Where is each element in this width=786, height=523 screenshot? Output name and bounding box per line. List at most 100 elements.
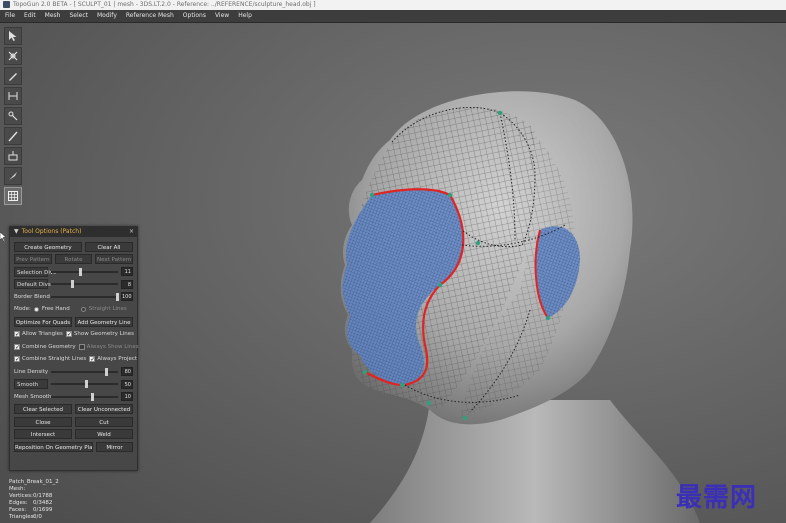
border-blend-slider[interactable] xyxy=(51,292,119,301)
checkbox-checked[interactable]: ✓ xyxy=(14,331,20,338)
info-row: Triangles:0/0 xyxy=(9,514,59,521)
checkbox-label: Combine Geometry xyxy=(22,343,76,350)
slider-knob[interactable] xyxy=(79,267,83,276)
checkbox-label: Show Geometry Lines xyxy=(73,331,134,337)
always-show-lines-checkbox[interactable]: Always Show Lines xyxy=(78,343,139,350)
tool-extrude[interactable] xyxy=(4,147,22,165)
checkbox-unchecked[interactable] xyxy=(78,343,85,350)
slider-knob[interactable] xyxy=(115,292,119,301)
next-pattern-button[interactable]: Next Pattern xyxy=(95,254,134,264)
window-title-bar: TopoGun 2.0 BETA - [ SCULPT_01 | mesh - … xyxy=(0,0,786,10)
checkbox-label: Allow Triangles xyxy=(22,331,63,337)
info-row: Vertices:0/1788 xyxy=(9,493,59,500)
selection-divs-label: Selection Divs xyxy=(14,266,56,277)
border-blend-value[interactable]: 100 xyxy=(121,292,133,301)
line-density-value[interactable]: 80 xyxy=(121,367,133,376)
slider-knob[interactable] xyxy=(84,380,88,388)
smooth-slider[interactable] xyxy=(51,380,118,388)
reposition-on-geometry-plane-button[interactable]: Reposition On Geometry Plane xyxy=(14,441,93,452)
show-geometry-lines-checkbox[interactable]: ✓ Show Geometry Lines xyxy=(65,331,134,338)
extrude-tool-icon xyxy=(8,151,18,161)
checkbox-checked[interactable]: ✓ xyxy=(14,356,20,363)
optimize-for-quads-button[interactable]: Optimize For Quads xyxy=(14,316,72,327)
slider-knob[interactable] xyxy=(104,367,108,376)
info-key: Patch_Break_01_2 xyxy=(9,479,59,485)
edit-tool-icon xyxy=(8,51,18,61)
collapse-arrow-icon[interactable]: ▼ xyxy=(14,228,19,235)
combine-straight-lines-checkbox[interactable]: ✓ Combine Straight Lines xyxy=(14,356,87,363)
watermark-logo: 最需网 xyxy=(676,483,758,513)
info-key: Mesh: xyxy=(9,486,26,492)
border-blend-label: Border Blend xyxy=(14,293,50,300)
smooth-value[interactable]: 50 xyxy=(121,379,133,389)
add-geometry-line-button[interactable]: Add Geometry Line xyxy=(75,316,133,327)
info-row: Edges: 0/3482 xyxy=(9,500,59,507)
tool-knife[interactable] xyxy=(4,167,22,185)
prev-pattern-button[interactable]: Prev Pattern xyxy=(14,254,52,264)
clear-selected-button[interactable]: Clear Selected xyxy=(14,404,72,414)
close-button[interactable]: Close xyxy=(14,416,72,427)
menu-mesh[interactable]: Mesh xyxy=(40,10,65,22)
selection-divs-slider[interactable] xyxy=(51,267,118,276)
intersect-button[interactable]: Intersect xyxy=(14,429,72,439)
selection-divs-value[interactable]: 11 xyxy=(121,267,133,276)
line-density-label: Line Density xyxy=(14,368,49,375)
mesh-info-readout: Patch_Break_01_2 Mesh: Vertices:0/1788 E… xyxy=(9,479,59,521)
tool-edit[interactable] xyxy=(4,47,22,65)
default-divs-value[interactable]: 8 xyxy=(121,279,133,289)
knife-tool-icon xyxy=(9,172,17,180)
always-project-checkbox[interactable]: ✓ Always Project xyxy=(89,356,137,363)
slider-knob[interactable] xyxy=(91,392,95,401)
menu-reference-mesh[interactable]: Reference Mesh xyxy=(121,10,178,22)
weld-button[interactable]: Weld xyxy=(75,429,133,439)
info-value: 0/1699 xyxy=(33,507,53,513)
info-value: 0/0 xyxy=(33,514,42,520)
create-tool-icon xyxy=(9,73,17,81)
smooth-label: Smooth xyxy=(14,379,48,389)
create-geometry-button[interactable]: Create Geometry xyxy=(14,241,82,252)
mode-label: Mode: xyxy=(14,306,31,312)
checkbox-label: Combine Straight Lines xyxy=(22,356,87,362)
checkbox-checked[interactable]: ✓ xyxy=(14,343,20,350)
menu-select[interactable]: Select xyxy=(64,10,92,22)
checkbox-label: Always Show Lines xyxy=(86,343,139,350)
close-icon[interactable]: × xyxy=(129,227,134,237)
clear-all-button[interactable]: Clear All xyxy=(84,241,133,252)
cut-button[interactable]: Cut xyxy=(75,416,133,427)
select-tool-icon xyxy=(9,31,17,41)
checkbox-checked[interactable]: ✓ xyxy=(89,356,95,363)
info-key: Vertices: xyxy=(9,493,33,499)
mesh-smooth-slider[interactable] xyxy=(51,392,118,401)
mode-straight-lines-radio[interactable] xyxy=(80,306,86,312)
menu-view[interactable]: View xyxy=(210,10,233,22)
tool-patch[interactable] xyxy=(4,187,22,205)
info-key: Triangles: xyxy=(9,514,36,520)
rotate-button[interactable]: Rotate xyxy=(54,254,93,264)
combine-geometry-checkbox[interactable]: ✓ Combine Geometry xyxy=(14,343,76,350)
menu-modify[interactable]: Modify xyxy=(92,10,121,22)
clear-unconnected-button[interactable]: Clear Unconnected xyxy=(75,404,133,414)
slider-knob[interactable] xyxy=(71,280,75,288)
allow-triangles-checkbox[interactable]: ✓ Allow Triangles xyxy=(14,331,63,338)
tool-options-panel: ▼ Tool Options (Patch) × Create Geometry … xyxy=(9,226,139,471)
tool-bridge[interactable] xyxy=(4,87,22,105)
menu-file[interactable]: File xyxy=(0,10,19,22)
tool-brush[interactable] xyxy=(4,107,22,125)
mesh-smooth-label: Mesh Smooth xyxy=(14,393,52,400)
mirror-button[interactable]: Mirror xyxy=(96,441,133,452)
menu-help[interactable]: Help xyxy=(233,10,256,22)
tool-create[interactable] xyxy=(4,67,22,85)
tool-select[interactable] xyxy=(4,27,22,45)
line-density-slider[interactable] xyxy=(51,367,118,376)
checkbox-checked[interactable]: ✓ xyxy=(65,331,72,338)
mesh-smooth-value[interactable]: 10 xyxy=(121,392,133,401)
default-divs-slider[interactable] xyxy=(51,280,118,288)
info-row: Patch_Break_01_2 xyxy=(9,479,59,486)
menu-edit[interactable]: Edit xyxy=(19,10,40,22)
info-row: Mesh: xyxy=(9,486,59,493)
tool-draw[interactable] xyxy=(4,127,22,145)
bridge-tool-icon xyxy=(8,92,18,100)
panel-header[interactable]: ▼ Tool Options (Patch) × xyxy=(10,227,137,237)
mode-free-hand-radio[interactable] xyxy=(33,306,39,312)
menu-options[interactable]: Options xyxy=(178,10,210,22)
